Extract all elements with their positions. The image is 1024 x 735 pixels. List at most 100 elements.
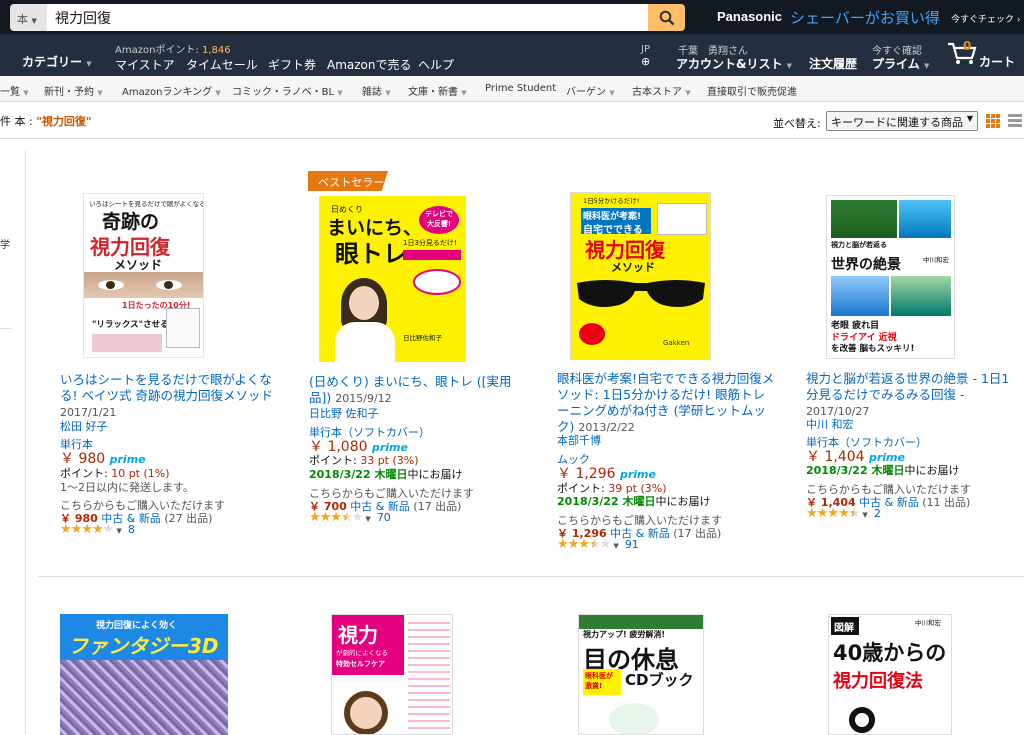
product-title-2[interactable]: (日めくり) まいにち、眼トレ ([実用品]) 2015/9/12 xyxy=(309,374,529,407)
used-count: (17 出品) xyxy=(413,500,462,513)
cover-text: 世界の絶景 xyxy=(831,257,901,273)
caret-down-icon: ▼ xyxy=(116,527,122,535)
cover-text: メソッド xyxy=(611,261,655,274)
promo-link[interactable]: 今すぐチェック › xyxy=(951,12,1020,25)
subnav-label: 一覧 xyxy=(0,87,20,98)
search-category-dropdown[interactable]: 本 ▼ xyxy=(10,4,47,31)
cover-text: 1日5分かけるだけ! xyxy=(583,197,640,205)
subnav-item-new[interactable]: 新刊・予約 ▼ xyxy=(44,83,103,98)
sub-nav: 一覧 ▼ 新刊・予約 ▼ Amazonランキング ▼ コミック・ラノベ・BL ▼… xyxy=(0,76,1024,102)
star-rating-icon: ★★★ xyxy=(557,537,590,552)
cover-badge-text: 眼科医が激賞! xyxy=(583,669,621,695)
product-title-3[interactable]: 眼科医が考案!自宅でできる視力回復メソッド: 1日5分かけるだけ! 眼筋トレーニ… xyxy=(557,371,775,436)
subnav-item-used[interactable]: 古本ストア ▼ xyxy=(632,83,691,98)
product-author-2[interactable]: 日比野 佐和子 xyxy=(309,405,379,421)
points-label: Amazonポイント: xyxy=(115,45,202,56)
subnav-label: 新刊・予約 xyxy=(44,87,94,98)
subnav-label: 古本ストア xyxy=(632,87,682,98)
product-shipping-1: 1～2日以内に発送します。 xyxy=(60,481,194,494)
grid-view-icon[interactable] xyxy=(986,114,1000,128)
product-cover-3[interactable]: 1日5分かけるだけ! 眼科医が考案! 自宅でできる 視力回復 メソッド Gakk… xyxy=(570,192,711,360)
caret-down-icon: ▼ xyxy=(613,542,619,550)
subnav-item-bunko[interactable]: 文庫・新書 ▼ xyxy=(408,83,467,98)
delivery-date: 2018/3/22 木曜日 xyxy=(557,495,656,508)
orders-link[interactable]: 注文履歴 xyxy=(809,55,857,72)
left-sidebar-fragment[interactable]: 学 xyxy=(0,236,10,251)
cover-text: 特効セルフケア xyxy=(336,660,385,668)
promo-brand[interactable]: Panasonic xyxy=(717,9,782,24)
list-view-icon[interactable] xyxy=(1008,114,1022,128)
product-delivery-2: 2018/3/22 木曜日中にお届け xyxy=(309,466,462,482)
product-title-1[interactable]: いろはシートを見るだけで眼がよくなる! ベイツ式 奇跡の視力回復メソッド 201… xyxy=(60,372,280,421)
subnav-label: 文庫・新書 xyxy=(408,87,458,98)
prime-menu[interactable]: プライム ▼ xyxy=(872,55,929,72)
nav-time-sale[interactable]: タイムセール xyxy=(186,56,258,73)
left-divider xyxy=(25,150,26,735)
globe-icon: ⊕ xyxy=(641,55,651,68)
product-rating-4[interactable]: ★★★★★ ▼ 2 xyxy=(806,506,881,521)
product-cover-1[interactable]: いろはシートを見るだけで眼がよくなる! 奇跡の 視力回復 メソッド 1日たったの… xyxy=(83,193,204,358)
product-cover-5[interactable]: 視力回復によく効く ファンタジー3D xyxy=(60,614,228,735)
review-count: 91 xyxy=(624,538,639,551)
review-count: 8 xyxy=(127,523,135,536)
star-rating-icon: ★★★★ xyxy=(806,506,850,521)
results-query: "視力回復" xyxy=(36,115,92,128)
product-cover-4[interactable]: 視力と脳が若返る 世界の絶景 中川和宏 老眼 疲れ目 ドライアイ 近視 を改善 … xyxy=(826,195,955,359)
product-cover-8[interactable]: 図解 40歳からの 視力回復法 中川和宏 xyxy=(828,614,952,735)
cover-badge-text: テレビで大反響! xyxy=(419,206,459,234)
search-button[interactable] xyxy=(648,4,685,31)
nav-help[interactable]: ヘルプ xyxy=(418,56,454,73)
half-star-icon: ★ xyxy=(588,537,601,552)
nav-gift-card[interactable]: ギフト券 xyxy=(268,56,316,73)
points-info[interactable]: Amazonポイント: 1,846 xyxy=(115,41,231,56)
review-count: 70 xyxy=(376,511,391,524)
star-empty-icon: ★ xyxy=(102,522,115,537)
points-value: 1,846 xyxy=(201,45,231,56)
search-input[interactable] xyxy=(47,4,648,31)
subnav-item-magazine[interactable]: 雑誌 ▼ xyxy=(362,83,391,98)
category-menu[interactable]: カテゴリー ▼ xyxy=(22,53,92,70)
stereogram-pattern xyxy=(60,660,228,735)
cover-text: 40歳からの xyxy=(833,641,947,665)
product-rating-3[interactable]: ★★★★★ ▼ 91 xyxy=(557,537,639,552)
product-author-1[interactable]: 松田 好子 xyxy=(60,418,108,434)
nav-my-store[interactable]: マイストア xyxy=(115,56,175,73)
product-rating-1[interactable]: ★★★★★ ▼ 8 xyxy=(60,522,135,537)
subnav-item-bargain[interactable]: バーゲン ▼ xyxy=(566,83,615,98)
caret-down-icon: ▼ xyxy=(365,515,371,523)
cover-text: 視力回復法 xyxy=(833,671,923,692)
subnav-item-ranking[interactable]: Amazonランキング ▼ xyxy=(122,83,221,98)
star-empty-icon: ★ xyxy=(351,510,364,525)
cover-text: 日比野佐和子 xyxy=(403,334,442,342)
subnav-item-direct[interactable]: 直接取引で販売促進 xyxy=(707,83,797,98)
cover-text: "リラックス"させる xyxy=(92,320,169,330)
subnav-label: Prime Student xyxy=(485,83,557,94)
eyes-photo xyxy=(84,272,203,298)
product-cover-2[interactable]: 日めくり まいにち、 眼トレ テレビで大反響! 1日3分見るだけ! 日比野佐和子 xyxy=(319,196,466,362)
product-rating-2[interactable]: ★★★★★ ▼ 70 xyxy=(309,510,391,525)
sort-select[interactable]: キーワードに関連する商品 ▼ xyxy=(826,111,978,131)
cover-text: 視力と脳が若返る xyxy=(831,241,887,249)
caret-down-icon: ▼ xyxy=(31,17,37,25)
product-cover-6[interactable]: 視力 が劇的によくなる 特効セルフケア xyxy=(331,614,453,735)
subnav-label: 雑誌 xyxy=(362,87,382,98)
subnav-item-comic[interactable]: コミック・ラノベ・BL ▼ xyxy=(232,83,343,98)
subnav-item-prime-student[interactable]: Prime Student xyxy=(485,83,556,94)
product-title-4[interactable]: 視力と脳が若返る世界の絶景 - 1日1分見るだけでみるみる回復 - 2017/1… xyxy=(806,371,1018,420)
bestseller-badge: ベストセラー xyxy=(308,171,388,191)
subnav-item-list[interactable]: 一覧 ▼ xyxy=(0,83,29,98)
cart-button[interactable]: 0 カート xyxy=(946,39,1015,69)
account-lists-menu[interactable]: アカウント&リスト ▼ xyxy=(676,55,792,72)
star-rating-icon: ★★★ xyxy=(309,510,342,525)
product-cover-7[interactable]: 視力アップ! 疲労解消! 目の休息 CDブック 眼科医が激賞! xyxy=(578,614,704,735)
product-author-3[interactable]: 本部千博 xyxy=(557,432,601,448)
language-selector[interactable]: JP ⊕ xyxy=(641,44,650,68)
used-count: (17 出品) xyxy=(673,527,722,540)
cover-text: CDブック xyxy=(625,671,694,689)
nav-sell[interactable]: Amazonで売る xyxy=(327,56,412,73)
promo-text[interactable]: シェーバーがお買い得 xyxy=(790,7,940,28)
caret-down-icon: ▼ xyxy=(86,60,92,68)
cover-text: 眼トレ xyxy=(335,240,407,268)
product-author-4[interactable]: 中川 和宏 xyxy=(806,416,854,432)
product-date: 2015/9/12 xyxy=(335,392,392,405)
